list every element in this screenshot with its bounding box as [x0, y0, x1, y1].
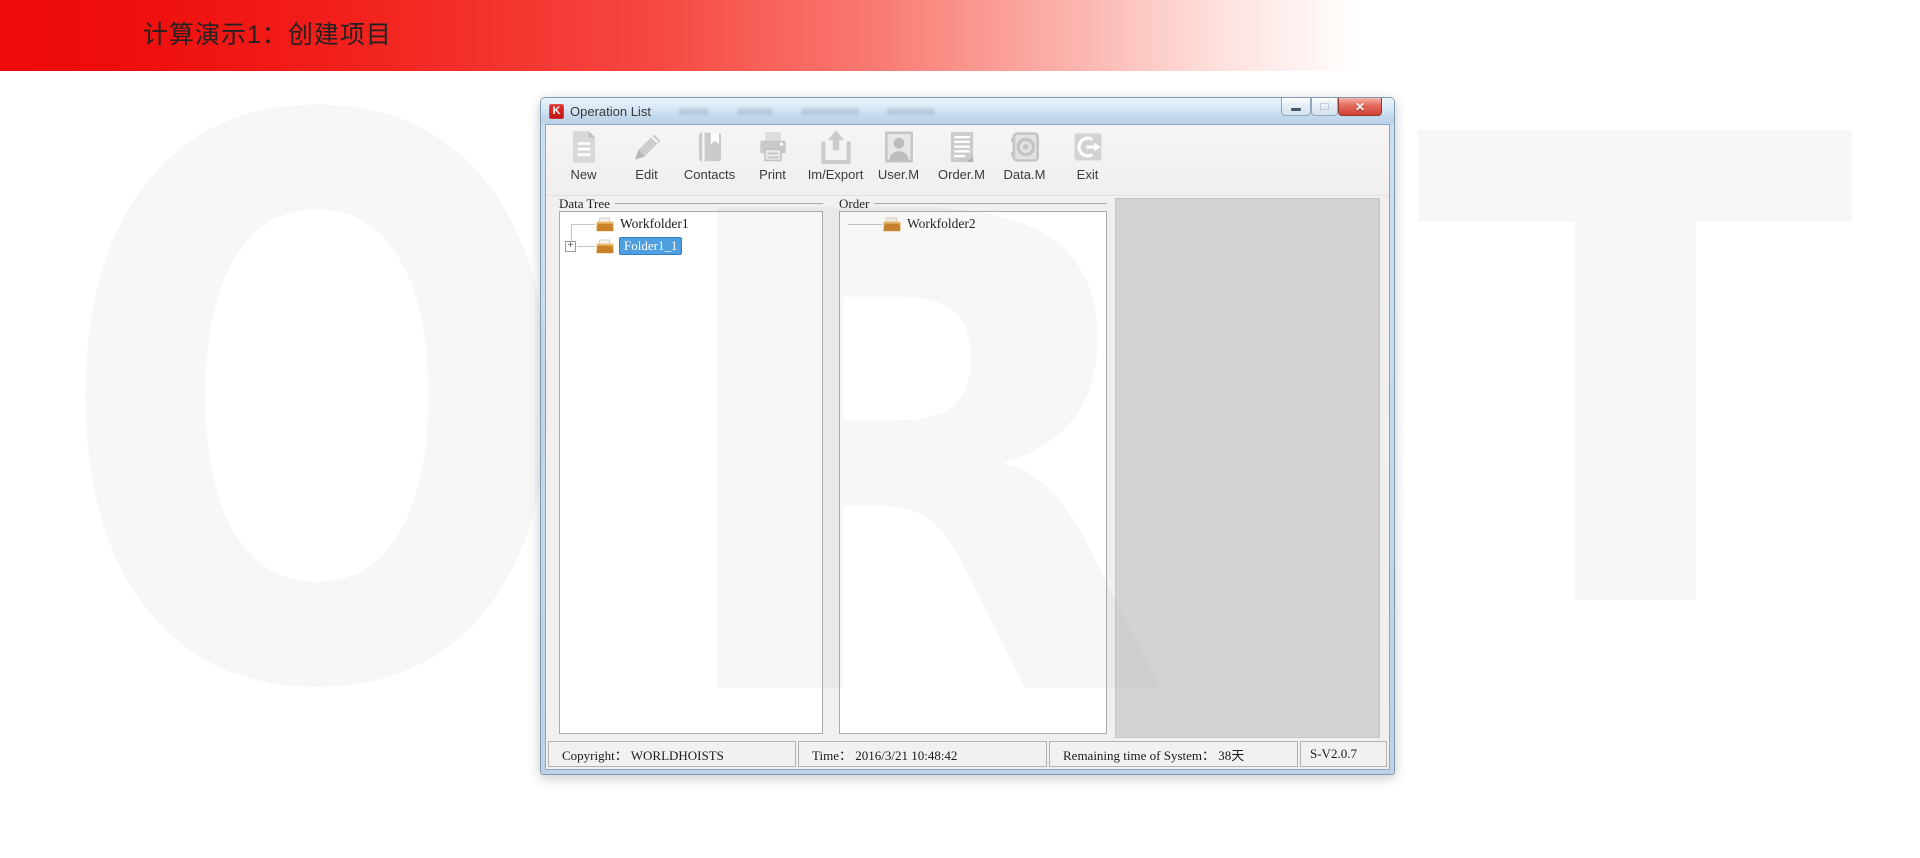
tree-connector-line [848, 224, 882, 225]
contacts-book-icon [691, 128, 729, 166]
detail-panel-empty [1115, 198, 1380, 738]
order-group-header: Order [839, 196, 1107, 211]
status-time: Time： 2016/3/21 10:48:42 [798, 741, 1047, 767]
folder-icon [595, 239, 615, 254]
titlebar-ghost-artifact [737, 108, 773, 115]
maximize-icon [1320, 103, 1329, 110]
tree-connector-line [571, 224, 595, 225]
window-client-area: New Edit Contacts [545, 124, 1390, 770]
titlebar-ghost-artifact [887, 108, 935, 115]
data-tree-group: Data Tree + Workfol [559, 196, 823, 734]
tree-item-rename-input[interactable]: Folder1_1 [619, 237, 682, 256]
tree-item-label: Workfolder1 [620, 216, 689, 232]
group-divider-line [874, 203, 1107, 204]
toolbar-label: User.M [878, 167, 919, 182]
tree-item-label: Workfolder2 [907, 216, 976, 232]
folder-icon [595, 217, 615, 232]
data-safe-icon [1006, 128, 1044, 166]
toolbar-button-datam[interactable]: Data.M [993, 128, 1056, 195]
toolbar-button-userm[interactable]: User.M [867, 128, 930, 195]
toolbar-label: Im/Export [808, 167, 864, 182]
status-bar: Copyright： WORLDHOISTS Time： 2016/3/21 1… [548, 741, 1387, 767]
toolbar-label: Data.M [1004, 167, 1046, 182]
toolbar-label: Contacts [684, 167, 735, 182]
toolbar-button-new[interactable]: New [552, 128, 615, 195]
new-document-icon [565, 128, 603, 166]
order-management-icon [943, 128, 981, 166]
data-tree-label: Data Tree [559, 196, 610, 212]
folder-icon [882, 217, 902, 232]
user-management-icon [880, 128, 918, 166]
minimize-button[interactable] [1281, 98, 1311, 116]
order-group: Order Workfolder2 [839, 196, 1107, 734]
titlebar-ghost-artifact [679, 108, 709, 115]
window-controls: ✕ [1281, 98, 1382, 116]
window-titlebar[interactable]: K Operation List ✕ [541, 98, 1394, 124]
toolbar-label: Print [759, 167, 786, 182]
status-version: S-V2.0.7 [1300, 741, 1387, 767]
titlebar-ghost-artifact [801, 108, 859, 115]
toolbar-label: Order.M [938, 167, 985, 182]
toolbar-label: Edit [635, 167, 657, 182]
toolbar: New Edit Contacts [546, 125, 1389, 196]
toolbar-button-contacts[interactable]: Contacts [678, 128, 741, 195]
top-banner: 计算演示1：创建项目 [0, 0, 1920, 71]
app-logo-icon: K [549, 104, 564, 119]
data-tree-list[interactable]: + Workfolder1 [559, 211, 823, 734]
tree-item-workfolder2[interactable]: Workfolder2 [882, 214, 976, 234]
close-button[interactable]: ✕ [1338, 98, 1382, 116]
tree-item-workfolder1[interactable]: Workfolder1 [595, 214, 689, 234]
order-label: Order [839, 196, 869, 212]
exit-icon [1069, 128, 1107, 166]
watermark-letter-t: T [1415, 55, 1855, 700]
operation-list-window: K Operation List ✕ New [540, 97, 1395, 775]
close-icon: ✕ [1355, 101, 1365, 113]
tree-connector-line [577, 246, 595, 247]
data-tree-group-header: Data Tree [559, 196, 823, 211]
panels-area: Data Tree + Workfol [548, 196, 1387, 741]
tree-expand-button[interactable]: + [565, 241, 576, 252]
status-copyright: Copyright： WORLDHOISTS [548, 741, 796, 767]
printer-icon [754, 128, 792, 166]
import-export-icon [817, 128, 855, 166]
toolbar-button-imexport[interactable]: Im/Export [804, 128, 867, 195]
watermark-letter-o: O [55, 25, 579, 795]
banner-title: 计算演示1：创建项目 [143, 0, 392, 71]
window-title: Operation List [570, 104, 651, 119]
maximize-button[interactable] [1311, 98, 1338, 116]
order-list[interactable]: Workfolder2 [839, 211, 1107, 734]
toolbar-label: Exit [1077, 167, 1099, 182]
toolbar-label: New [570, 167, 596, 182]
status-remaining-time: Remaining time of System： 38天 [1049, 741, 1298, 767]
edit-pencil-icon [628, 128, 666, 166]
toolbar-button-orderm[interactable]: Order.M [930, 128, 993, 195]
group-divider-line [615, 203, 823, 204]
tree-item-folder1-1[interactable]: Folder1_1 [595, 236, 682, 256]
toolbar-button-print[interactable]: Print [741, 128, 804, 195]
toolbar-button-exit[interactable]: Exit [1056, 128, 1119, 195]
minimize-icon [1291, 108, 1301, 111]
toolbar-button-edit[interactable]: Edit [615, 128, 678, 195]
tree-connector-line [571, 224, 572, 241]
